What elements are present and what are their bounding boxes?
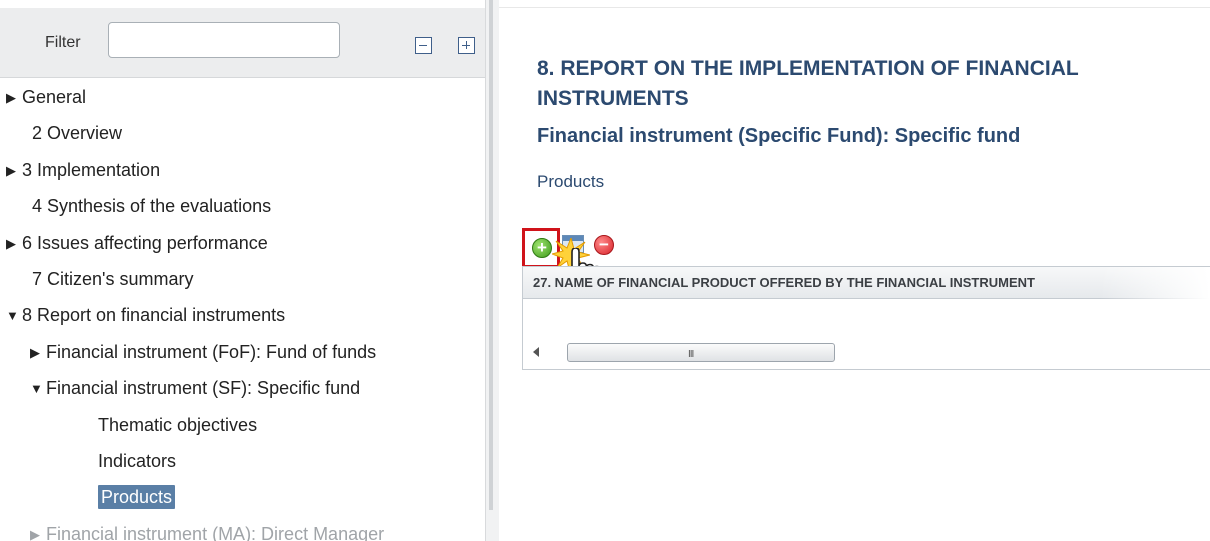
scroll-left-arrow-icon[interactable] bbox=[533, 347, 539, 357]
tree-item-label: Indicators bbox=[98, 451, 177, 471]
main-content: 8. REPORT ON THE IMPLEMENTATION OF FINAN… bbox=[499, 0, 1210, 541]
expanded-arrow-icon[interactable]: ▼ bbox=[6, 301, 22, 331]
page-title: 8. REPORT ON THE IMPLEMENTATION OF FINAN… bbox=[537, 57, 1079, 110]
tree-item-label: 6 Issues affecting performance bbox=[22, 232, 268, 253]
header-fade bbox=[1100, 267, 1210, 299]
scrollbar-grip-icon: III bbox=[688, 349, 694, 360]
collapsed-arrow-icon[interactable]: ▶ bbox=[6, 156, 22, 186]
collapsed-arrow-icon[interactable]: ▶ bbox=[30, 520, 46, 541]
grid-empty-row bbox=[523, 300, 1210, 338]
tree-item-label: Products bbox=[98, 485, 176, 510]
tree-item-label: Financial instrument (FoF): Fund of fund… bbox=[46, 341, 377, 362]
tree-item[interactable]: 2 Overview bbox=[0, 118, 485, 148]
collapsed-arrow-icon[interactable]: ▶ bbox=[30, 338, 46, 368]
tree-item-label: Financial instrument (SF): Specific fund bbox=[46, 378, 361, 399]
filter-label: Filter bbox=[45, 34, 81, 51]
tree-item[interactable]: Products bbox=[0, 482, 485, 512]
tree-item-label: 8 Report on financial instruments bbox=[22, 305, 286, 326]
tree-item[interactable]: ▶ Financial instrument (MA): Direct Manag… bbox=[0, 519, 485, 541]
scrollbar-thumb[interactable]: III bbox=[567, 343, 835, 362]
tree-item[interactable]: ▶ 6 Issues affecting performance bbox=[0, 228, 485, 258]
tree-item-label: 7 Citizen's summary bbox=[32, 269, 194, 289]
splitter-grip[interactable] bbox=[489, 0, 493, 510]
page-subtitle: Financial instrument (Specific Fund): Sp… bbox=[537, 125, 1021, 147]
panel-splitter[interactable] bbox=[485, 0, 499, 541]
filter-input[interactable] bbox=[108, 22, 340, 58]
grid-toolbar: + − bbox=[522, 228, 722, 297]
tree-item[interactable]: ▼ 8 Report on financial instruments bbox=[0, 300, 485, 330]
tree-item-label: 3 Implementation bbox=[22, 159, 161, 180]
tree-item[interactable]: Indicators bbox=[0, 446, 485, 476]
collapse-all-icon[interactable] bbox=[415, 37, 432, 54]
tree-item[interactable]: ▶ General bbox=[0, 82, 485, 112]
tree-item[interactable]: ▶ 3 Implementation bbox=[0, 155, 485, 185]
expanded-arrow-icon[interactable]: ▼ bbox=[30, 374, 46, 404]
products-grid: 27. NAME OF FINANCIAL PRODUCT OFFERED BY… bbox=[522, 266, 1210, 370]
tree-item-label: Financial instrument (MA): Direct Manage… bbox=[46, 523, 385, 541]
navigation-panel: Filter ▶ General 2 Overview ▶ 3 Implementati… bbox=[0, 0, 485, 541]
tree-item[interactable]: 4 Synthesis of the evaluations bbox=[0, 191, 485, 221]
collapsed-arrow-icon[interactable]: ▶ bbox=[6, 229, 22, 259]
tree-item-label: 4 Synthesis of the evaluations bbox=[32, 196, 272, 217]
tree-item-label: Thematic objectives bbox=[98, 414, 258, 435]
add-circle-icon[interactable]: + bbox=[532, 238, 552, 258]
filter-bar: Filter bbox=[0, 8, 485, 78]
divider bbox=[499, 7, 1210, 8]
tree-item[interactable]: 7 Citizen's summary bbox=[0, 264, 485, 294]
tree-item[interactable]: ▼ Financial instrument (SF): Specific fun… bbox=[0, 373, 485, 403]
horizontal-scrollbar[interactable]: III bbox=[523, 339, 1210, 369]
tree-item[interactable]: ▶ Financial instrument (FoF): Fund of fun… bbox=[0, 337, 485, 367]
tree-item-label: General bbox=[22, 87, 87, 107]
tree-item[interactable]: Thematic objectives bbox=[0, 410, 485, 440]
collapsed-arrow-icon[interactable]: ▶ bbox=[6, 83, 22, 113]
expand-all-icon[interactable] bbox=[458, 37, 475, 54]
section-label: Products bbox=[537, 172, 605, 191]
tree-item-label: 2 Overview bbox=[32, 123, 123, 144]
